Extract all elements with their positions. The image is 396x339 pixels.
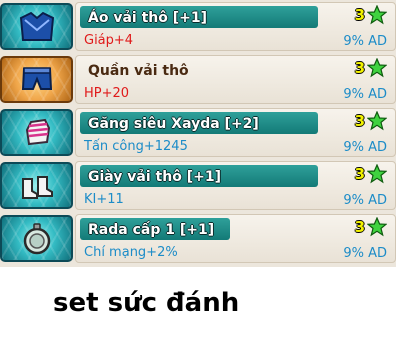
item-slot[interactable] [0, 56, 73, 103]
item-level: 3 [354, 165, 365, 183]
item-name: Áo vải thô [+1] [88, 10, 207, 26]
item-name: Giày vải thô [+1] [88, 169, 221, 185]
item-stat: KI+11 [84, 192, 124, 207]
pants-icon [21, 67, 53, 90]
item-slot[interactable] [0, 215, 73, 262]
item-ad: 9% AD [343, 87, 387, 102]
item-level: 3 [354, 59, 365, 77]
boots-icon [22, 176, 53, 199]
star-icon [367, 5, 387, 25]
item-ad: 9% AD [343, 34, 387, 49]
star-icon [367, 111, 387, 131]
item-panel: Quần vải thô HP+20 3 9% AD [75, 55, 396, 104]
item-panel: Áo vải thô [+1] Giáp+4 3 9% AD [75, 2, 396, 51]
item-name-bar: Quần vải thô [80, 59, 318, 81]
equipment-row-shirt[interactable]: Áo vải thô [+1] Giáp+4 3 9% AD [0, 0, 396, 53]
star-icon [367, 58, 387, 78]
item-level: 3 [354, 112, 365, 130]
equipment-row-pants[interactable]: Quần vải thô HP+20 3 9% AD [0, 53, 396, 106]
item-level: 3 [354, 218, 365, 236]
star-icon [367, 164, 387, 184]
item-stat: Chí mạng+2% [84, 245, 178, 260]
item-panel: Rada cấp 1 [+1] Chí mạng+2% 3 9% AD [75, 214, 396, 263]
equipment-row-gloves[interactable]: Găng siêu Xayda [+2] Tấn công+1245 3 9% … [0, 106, 396, 159]
radar-icon [23, 223, 51, 255]
item-name-bar: Rada cấp 1 [+1] [80, 218, 230, 240]
caption-text: set sức đánh [53, 288, 240, 318]
item-ad: 9% AD [343, 246, 387, 261]
item-slot[interactable] [0, 109, 73, 156]
equipment-row-boots[interactable]: Giày vải thô [+1] KI+11 3 9% AD [0, 159, 396, 212]
item-ad: 9% AD [343, 140, 387, 155]
item-name: Quần vải thô [88, 63, 189, 79]
item-name-bar: Giày vải thô [+1] [80, 165, 318, 187]
item-name: Rada cấp 1 [+1] [88, 222, 215, 238]
item-stat: HP+20 [84, 86, 130, 101]
star-icon [367, 217, 387, 237]
equipment-list: Áo vải thô [+1] Giáp+4 3 9% AD Quần vải … [0, 0, 396, 267]
item-stat: Giáp+4 [84, 33, 134, 48]
item-panel: Găng siêu Xayda [+2] Tấn công+1245 3 9% … [75, 108, 396, 157]
item-name-bar: Găng siêu Xayda [+2] [80, 112, 318, 134]
item-stat: Tấn công+1245 [84, 139, 188, 154]
item-name-bar: Áo vải thô [+1] [80, 6, 318, 28]
item-slot[interactable] [0, 3, 73, 50]
item-name: Găng siêu Xayda [+2] [88, 116, 259, 132]
item-panel: Giày vải thô [+1] KI+11 3 9% AD [75, 161, 396, 210]
item-ad: 9% AD [343, 193, 387, 208]
equipment-row-radar[interactable]: Rada cấp 1 [+1] Chí mạng+2% 3 9% AD [0, 212, 396, 265]
item-slot[interactable] [0, 162, 73, 209]
item-level: 3 [354, 6, 365, 24]
shirt-icon [19, 11, 55, 41]
glove-icon [25, 118, 51, 146]
